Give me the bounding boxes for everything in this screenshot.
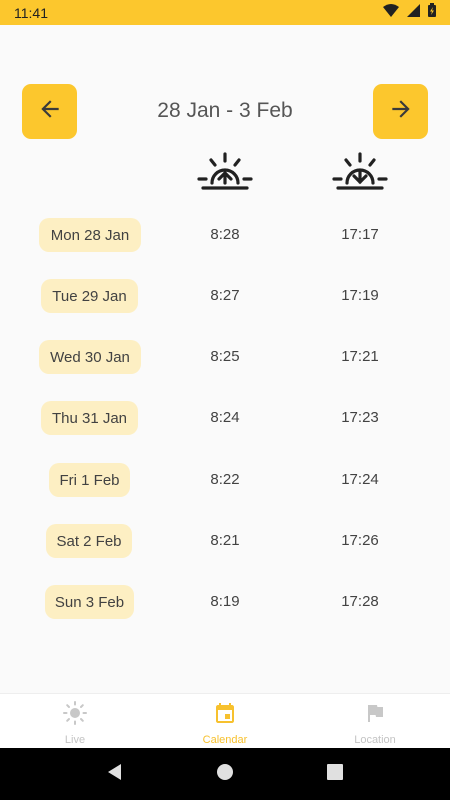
- sunrise-time: 8:24: [210, 409, 240, 426]
- calendar-icon: [213, 701, 237, 730]
- system-navigation-bar: [0, 748, 450, 800]
- home-button[interactable]: [205, 754, 245, 794]
- home-icon: [216, 763, 234, 786]
- day-row: Wed 30 Jan 8:25 17:21: [0, 340, 450, 374]
- arrow-right-icon: [388, 96, 414, 127]
- week-range-title: 28 Jan - 3 Feb: [157, 99, 293, 122]
- sunrise-time: 8:28: [210, 226, 240, 243]
- nav-tab-live[interactable]: Live: [0, 694, 150, 748]
- status-bar: 11:41: [0, 0, 450, 25]
- day-row: Mon 28 Jan 8:28 17:17: [0, 218, 450, 252]
- sunset-time: 17:21: [341, 348, 379, 365]
- day-pill[interactable]: Tue 29 Jan: [41, 279, 138, 313]
- sunrise-time: 8:22: [210, 471, 240, 488]
- day-pill[interactable]: Wed 30 Jan: [39, 340, 141, 374]
- nav-tab-location[interactable]: Location: [300, 694, 450, 748]
- nav-tab-calendar[interactable]: Calendar: [150, 694, 300, 748]
- wifi-icon: [383, 3, 399, 22]
- day-pill[interactable]: Mon 28 Jan: [39, 218, 141, 252]
- previous-week-button[interactable]: [22, 84, 77, 139]
- status-icons: [383, 3, 436, 22]
- back-button[interactable]: [95, 754, 135, 794]
- back-icon: [106, 763, 124, 786]
- sunset-time: 17:26: [341, 532, 379, 549]
- sun-icon: [63, 701, 87, 730]
- sunrise-icon: [197, 152, 253, 194]
- battery-icon: [428, 3, 436, 22]
- sunset-time: 17:23: [341, 409, 379, 426]
- sunset-time: 17:17: [341, 226, 379, 243]
- sunrise-time: 8:25: [210, 348, 240, 365]
- nav-tab-label: Calendar: [202, 734, 248, 746]
- day-pill[interactable]: Thu 31 Jan: [41, 401, 138, 435]
- recents-button[interactable]: [315, 754, 355, 794]
- sunset-time: 17:28: [341, 593, 379, 610]
- arrow-left-icon: [37, 96, 63, 127]
- sunrise-time: 8:19: [210, 593, 240, 610]
- day-row: Sat 2 Feb 8:21 17:26: [0, 524, 450, 558]
- day-row: Tue 29 Jan 8:27 17:19: [0, 279, 450, 313]
- sunset-icon: [332, 152, 388, 194]
- day-row: Sun 3 Feb 8:19 17:28: [0, 585, 450, 619]
- day-row: Thu 31 Jan 8:24 17:23: [0, 401, 450, 435]
- sunrise-time: 8:27: [210, 287, 240, 304]
- signal-icon: [407, 3, 420, 22]
- day-row: Fri 1 Feb 8:22 17:24: [0, 463, 450, 497]
- sunset-time: 17:19: [341, 287, 379, 304]
- next-week-button[interactable]: [373, 84, 428, 139]
- recents-icon: [327, 763, 343, 785]
- nav-tab-label: Location: [354, 734, 396, 746]
- day-pill[interactable]: Sat 2 Feb: [46, 524, 132, 558]
- nav-tab-label: Live: [64, 734, 86, 746]
- bottom-navigation: Live Calendar Location: [0, 693, 450, 748]
- day-pill[interactable]: Fri 1 Feb: [49, 463, 130, 497]
- flag-icon: [363, 701, 387, 730]
- day-pill[interactable]: Sun 3 Feb: [45, 585, 134, 619]
- sunset-time: 17:24: [341, 471, 379, 488]
- sunrise-time: 8:21: [210, 532, 240, 549]
- status-time: 11:41: [14, 4, 48, 21]
